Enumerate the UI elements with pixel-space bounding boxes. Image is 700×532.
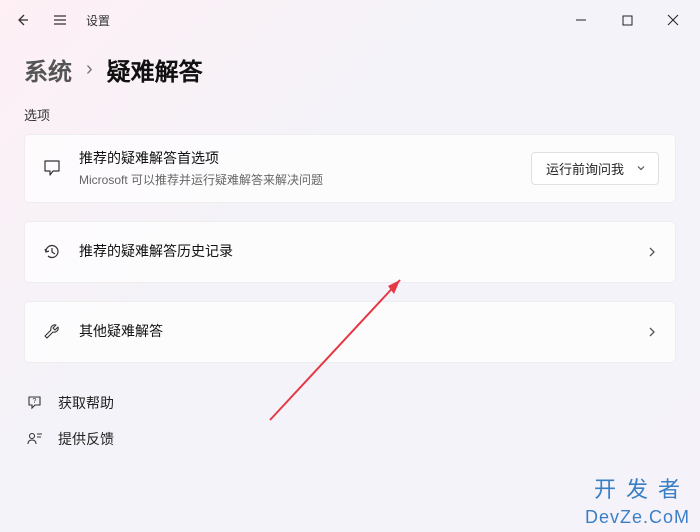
card-title: 其他疑难解答 xyxy=(79,322,645,342)
close-icon xyxy=(667,14,679,26)
card-title: 推荐的疑难解答首选项 xyxy=(79,149,531,169)
feedback-link[interactable]: 提供反馈 xyxy=(24,421,676,457)
dropdown-value: 运行前询问我 xyxy=(546,159,624,178)
back-button[interactable] xyxy=(4,2,40,38)
hamburger-icon xyxy=(52,12,68,28)
chevron-right-icon xyxy=(645,325,659,339)
history-icon xyxy=(41,241,63,263)
wrench-icon xyxy=(41,321,63,343)
card-text: 其他疑难解答 xyxy=(79,322,645,342)
titlebar-left: 设置 xyxy=(4,2,110,38)
window-controls xyxy=(558,4,696,36)
breadcrumb: 系统 › 疑难解答 xyxy=(24,52,676,87)
close-button[interactable] xyxy=(650,4,696,36)
link-label: 提供反馈 xyxy=(58,429,114,449)
maximize-button[interactable] xyxy=(604,4,650,36)
breadcrumb-separator: › xyxy=(86,58,93,81)
preferred-dropdown[interactable]: 运行前询问我 xyxy=(531,152,659,185)
breadcrumb-parent[interactable]: 系统 xyxy=(24,52,72,87)
card-history[interactable]: 推荐的疑难解答历史记录 xyxy=(24,221,676,283)
help-icon: ? xyxy=(26,394,44,412)
breadcrumb-current: 疑难解答 xyxy=(107,52,203,87)
chevron-right-icon xyxy=(645,245,659,259)
card-preferred-troubleshoot: 推荐的疑难解答首选项 Microsoft 可以推荐并运行疑难解答来解决问题 运行… xyxy=(24,134,676,203)
menu-button[interactable] xyxy=(42,2,78,38)
link-label: 获取帮助 xyxy=(58,393,114,413)
get-help-link[interactable]: ? 获取帮助 xyxy=(24,385,676,421)
titlebar: 设置 xyxy=(0,0,700,40)
help-links: ? 获取帮助 提供反馈 xyxy=(24,385,676,457)
card-text: 推荐的疑难解答历史记录 xyxy=(79,242,645,262)
minimize-button[interactable] xyxy=(558,4,604,36)
card-text: 推荐的疑难解答首选项 Microsoft 可以推荐并运行疑难解答来解决问题 xyxy=(79,149,531,188)
feedback-icon xyxy=(26,430,44,448)
chat-icon xyxy=(41,157,63,179)
chevron-down-icon xyxy=(634,161,648,175)
card-title: 推荐的疑难解答历史记录 xyxy=(79,242,645,262)
svg-text:?: ? xyxy=(33,398,37,405)
card-subtitle: Microsoft 可以推荐并运行疑难解答来解决问题 xyxy=(79,171,531,188)
section-label: 选项 xyxy=(24,105,676,124)
card-other-troubleshoot[interactable]: 其他疑难解答 xyxy=(24,301,676,363)
watermark-en: DevZe.CoM xyxy=(585,507,690,528)
main-content: 系统 › 疑难解答 选项 推荐的疑难解答首选项 Microsoft 可以推荐并运… xyxy=(0,40,700,457)
app-title: 设置 xyxy=(86,12,110,29)
minimize-icon xyxy=(575,14,587,26)
maximize-icon xyxy=(622,15,633,26)
watermark-cn: 开发者 xyxy=(594,472,690,504)
arrow-left-icon xyxy=(14,12,30,28)
